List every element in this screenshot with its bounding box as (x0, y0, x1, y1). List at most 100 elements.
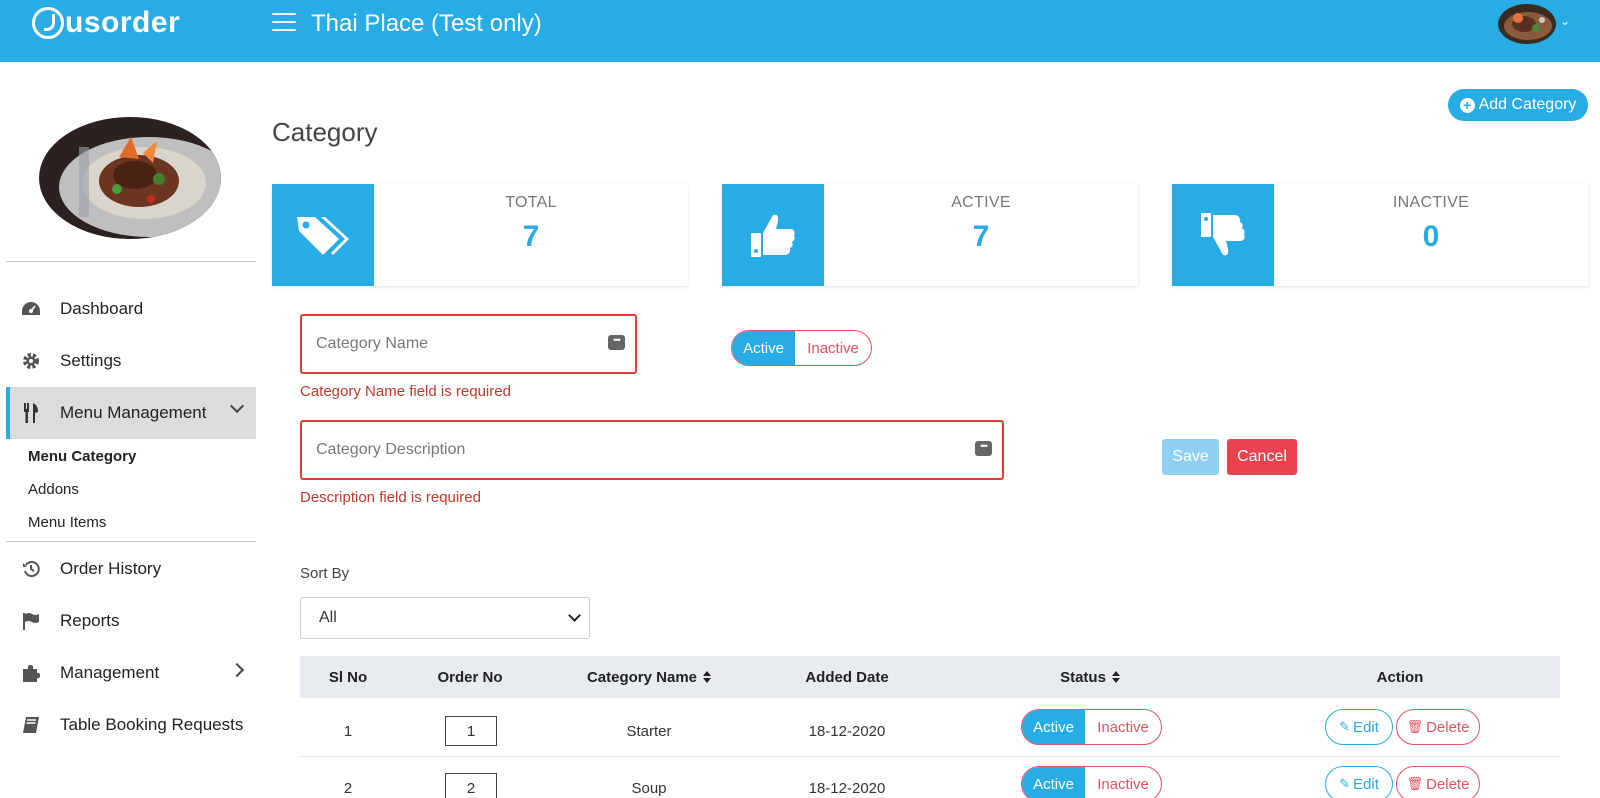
logo-mark-icon (32, 7, 64, 39)
column-added-date: Added Date (805, 668, 889, 686)
status-inactive-option[interactable]: Inactive (795, 331, 871, 365)
stat-card-total: TOTAL 7 (272, 184, 688, 286)
sort-selected-value: All (319, 609, 337, 626)
edit-button[interactable]: ✎ Edit (1325, 709, 1393, 745)
cell-category-name: Soup (631, 780, 667, 797)
category-name-input[interactable] (302, 316, 635, 372)
sidebar-item-label: Order History (60, 559, 162, 578)
sidebar-item-order-history[interactable]: Order History (6, 543, 256, 595)
submenu-menu-items[interactable]: Menu Items (28, 514, 106, 531)
category-description-input[interactable] (302, 422, 1002, 478)
row-divider (300, 756, 1560, 757)
restaurant-profile-image (39, 117, 221, 239)
status-toggle[interactable]: Active Inactive (731, 330, 872, 366)
category-name-error: Category Name field is required (300, 383, 511, 400)
submenu-menu-category[interactable]: Menu Category (28, 448, 136, 465)
order-no-input[interactable]: 2 (445, 773, 497, 798)
sidebar-item-settings[interactable]: Settings (6, 335, 256, 387)
trash-icon: 🗑 (1406, 776, 1424, 791)
column-action: Action (1376, 668, 1424, 686)
tags-icon (272, 184, 374, 286)
row-status-toggle[interactable]: Active Inactive (1021, 709, 1162, 745)
sidebar-item-management[interactable]: Management (6, 647, 256, 699)
sidebar-item-label: Settings (60, 351, 122, 370)
column-status[interactable]: Status (940, 656, 1240, 698)
stat-card-active: ACTIVE 7 (722, 184, 1138, 286)
sidebar-item-table-booking-requests[interactable]: Table Booking Requests (6, 699, 256, 751)
hamburger-menu-icon[interactable] (272, 13, 296, 33)
sort-by-label: Sort By (300, 565, 350, 582)
flag-icon (20, 610, 42, 632)
delete-label: Delete (1426, 718, 1470, 736)
cell-added-date: 18-12-2020 (808, 723, 886, 740)
chevron-down-icon (229, 398, 245, 414)
stat-label: ACTIVE (951, 194, 1011, 211)
input-dots-icon: ••• (608, 335, 625, 350)
gear-icon (20, 350, 42, 372)
sidebar-divider (6, 541, 256, 542)
thumbs-down-icon (1172, 184, 1274, 286)
sidebar-item-label: Reports (60, 611, 120, 630)
order-no-input[interactable]: 1 (445, 716, 497, 746)
input-dots-icon: ••• (975, 441, 992, 456)
status-inactive-option[interactable]: Inactive (1085, 767, 1161, 798)
edit-label: Edit (1353, 775, 1379, 793)
cell-category-name: Starter (626, 723, 672, 740)
stat-label: INACTIVE (1392, 194, 1470, 211)
category-description-field[interactable]: ••• (300, 420, 1004, 480)
column-category-name[interactable]: Category Name (544, 656, 754, 698)
status-active-option[interactable]: Active (1022, 710, 1086, 744)
sidebar-item-label: Menu Management (60, 403, 207, 422)
sidebar-item-label: Table Booking Requests (60, 715, 244, 734)
submenu-addons[interactable]: Addons (28, 481, 79, 498)
pencil-icon: ✎ (1339, 719, 1351, 734)
cancel-button[interactable]: Cancel (1227, 439, 1297, 475)
user-avatar[interactable] (1498, 4, 1556, 44)
sort-icon[interactable] (703, 671, 712, 683)
sort-by-select[interactable]: All (300, 597, 590, 639)
column-sl-no: Sl No (328, 668, 368, 686)
page-title: Category (272, 117, 378, 147)
add-category-label: Add Category (1478, 96, 1577, 113)
trash-icon: 🗑 (1406, 719, 1424, 734)
description-error: Description field is required (300, 489, 481, 506)
save-button[interactable]: Save (1162, 439, 1219, 475)
book-icon (20, 714, 42, 736)
delete-label: Delete (1426, 775, 1470, 793)
stat-label: TOTAL (505, 194, 557, 211)
delete-button[interactable]: 🗑 Delete (1396, 766, 1480, 798)
cell-sl-no: 2 (343, 780, 353, 797)
chevron-right-icon (229, 662, 245, 678)
sidebar-item-label: Dashboard (60, 299, 144, 318)
status-inactive-option[interactable]: Inactive (1085, 710, 1161, 744)
top-navbar: usorder Thai Place (Test only) ⌄ (0, 0, 1600, 62)
stat-value: 7 (522, 220, 540, 253)
delete-button[interactable]: 🗑 Delete (1396, 709, 1480, 745)
sidebar-item-menu-management[interactable]: Menu Management (6, 387, 256, 439)
app-logo[interactable]: usorder (32, 6, 180, 40)
cell-sl-no: 1 (343, 723, 353, 740)
sidebar-item-label: Management (60, 663, 160, 682)
category-name-field[interactable]: ••• (300, 314, 637, 374)
column-order-no: Order No (437, 668, 503, 686)
edit-button[interactable]: ✎ Edit (1325, 766, 1393, 798)
sort-icon[interactable] (1111, 671, 1120, 683)
add-category-button[interactable]: + Add Category (1448, 89, 1588, 121)
dashboard-icon (20, 298, 42, 320)
stat-value: 0 (1422, 220, 1440, 253)
pencil-icon: ✎ (1339, 776, 1351, 791)
status-active-option[interactable]: Active (732, 331, 796, 365)
avatar-dropdown-chevron-icon[interactable]: ⌄ (1560, 14, 1570, 28)
restaurant-title: Thai Place (Test only) (311, 10, 542, 37)
sidebar: Dashboard Settings Menu Management Menu … (0, 62, 256, 798)
edit-label: Edit (1353, 718, 1379, 736)
thumbs-up-icon (722, 184, 824, 286)
status-active-option[interactable]: Active (1022, 767, 1086, 798)
history-icon (20, 558, 42, 580)
stat-card-inactive: INACTIVE 0 (1172, 184, 1588, 286)
sidebar-divider (6, 261, 256, 262)
row-status-toggle[interactable]: Active Inactive (1021, 766, 1162, 798)
utensils-icon (20, 402, 42, 424)
sidebar-item-reports[interactable]: Reports (6, 595, 256, 647)
sidebar-item-dashboard[interactable]: Dashboard (6, 283, 256, 335)
